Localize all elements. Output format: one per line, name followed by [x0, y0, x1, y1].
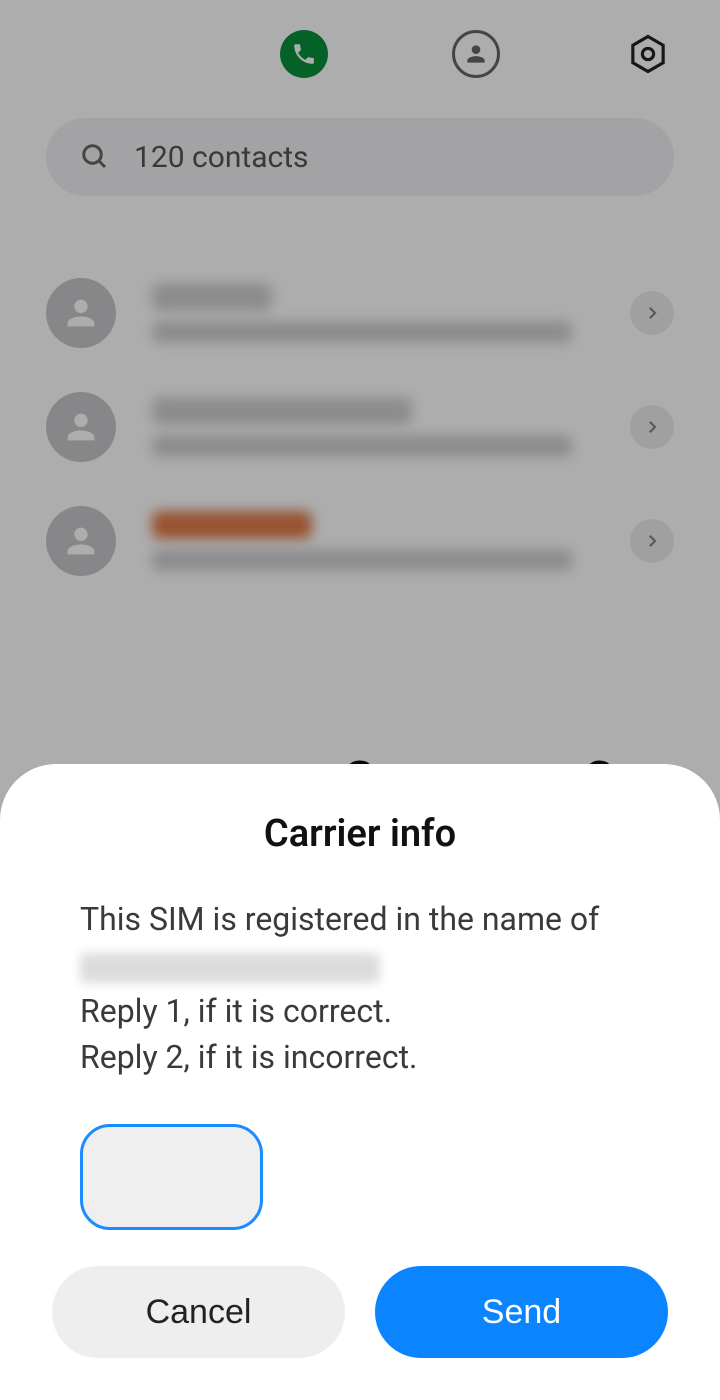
dialog-buttons: Cancel Send — [0, 1230, 720, 1358]
reply-input[interactable] — [80, 1124, 263, 1230]
dialog-redacted-name — [80, 942, 640, 988]
carrier-info-dialog: Carrier info This SIM is registered in t… — [0, 764, 720, 1400]
dialog-line: Reply 1, if it is correct. — [80, 988, 640, 1034]
dialog-body: This SIM is registered in the name of Re… — [0, 896, 720, 1080]
dialog-line: This SIM is registered in the name of — [80, 896, 640, 942]
send-button[interactable]: Send — [375, 1266, 668, 1358]
dialog-line: Reply 2, if it is incorrect. — [80, 1034, 640, 1080]
phone-app-screen: 120 contacts — [0, 0, 720, 1400]
cancel-button[interactable]: Cancel — [52, 1266, 345, 1358]
dialog-title: Carrier info — [0, 812, 720, 856]
